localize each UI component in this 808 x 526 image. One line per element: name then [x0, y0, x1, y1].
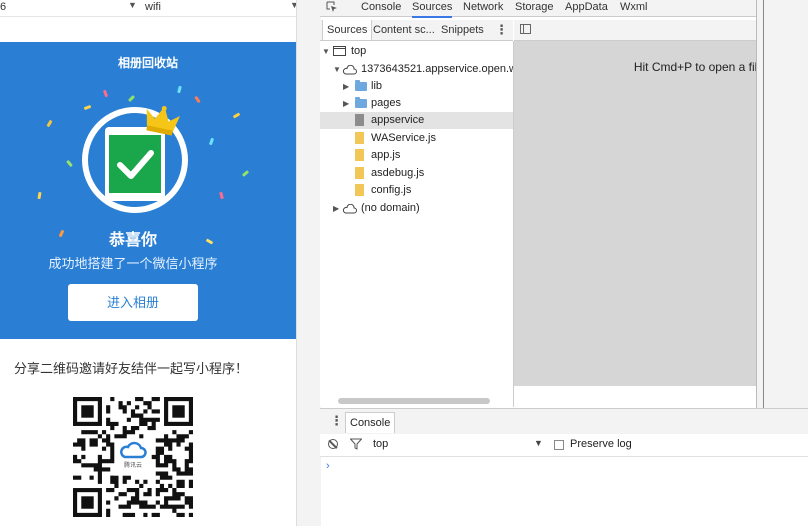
tree-node-file[interactable]: WAService.js [320, 130, 513, 147]
collapse-arrow-icon[interactable]: ▶ [343, 78, 349, 95]
file-navigator: ▼ top ▼ 1373643521.appservice.open.wei ▶… [320, 41, 514, 407]
confetti-decoration [37, 191, 42, 200]
toggle-navigator-icon[interactable] [520, 24, 531, 34]
cloud-icon [342, 65, 357, 75]
expand-arrow-icon[interactable]: ▼ [333, 61, 341, 78]
tree-node-file-selected[interactable]: appservice [320, 112, 513, 129]
tree-node-folder[interactable]: ▶ lib [320, 78, 513, 95]
open-file-hint: Hit Cmd+P to open a file [633, 60, 764, 74]
editor-toolbar [514, 20, 756, 41]
confetti-decoration [232, 112, 241, 119]
js-file-icon [355, 132, 364, 144]
qr-finder-pattern [172, 405, 185, 418]
tab-wxml[interactable]: Wxml [620, 0, 648, 16]
preserve-log-label: Preserve log [570, 438, 632, 450]
console-prompt[interactable]: › [326, 460, 330, 472]
more-vertical-icon[interactable]: ⋮ [495, 22, 508, 38]
more-vertical-icon[interactable]: ⋮ [330, 413, 343, 429]
device-select[interactable]: 6 [0, 1, 6, 13]
tree-node-folder[interactable]: ▶ pages [320, 95, 513, 112]
devtools-tabbar: Console Sources Network Storage AppData … [320, 0, 808, 18]
editor-placeholder: Hit Cmd+P to open a file [514, 41, 764, 386]
tree-node-top[interactable]: ▼ top [320, 43, 513, 60]
confetti-decoration [177, 85, 182, 94]
tree-node-file[interactable]: app.js [320, 147, 513, 164]
frame-icon [333, 46, 346, 56]
confetti-decoration [66, 159, 73, 168]
sources-subtabbar: Sources Content sc... Snippets ⋮ [320, 20, 513, 41]
simulator-panel: 6 ▼ wifi ▼ 相册回收站 恭喜你 成功地搭建了一个微信小程序 进入相册 … [0, 0, 296, 526]
simulator-toolbar: 6 ▼ wifi ▼ [0, 0, 296, 17]
tab-sources[interactable]: Sources [412, 0, 453, 18]
inspect-element-icon[interactable] [326, 1, 338, 13]
hero-banner: 相册回收站 恭喜你 成功地搭建了一个微信小程序 进入相册 [0, 42, 296, 339]
confetti-decoration [194, 95, 201, 104]
console-toolbar: top ▼ Preserve log [320, 434, 808, 457]
network-select[interactable]: wifi [145, 1, 161, 13]
context-select[interactable]: top [373, 438, 388, 450]
congrats-heading: 恭喜你 [108, 232, 157, 249]
share-text: 分享二维码邀请好友结伴一起写小程序！ [13, 361, 248, 376]
subtab-content-scripts[interactable]: Content sc... [373, 20, 435, 40]
confetti-decoration [208, 137, 215, 146]
qr-code: 腾讯云 [73, 397, 193, 517]
confetti-decoration [241, 170, 250, 177]
js-file-icon [355, 167, 364, 179]
drawer-tabbar: ⋮ Console [320, 408, 808, 435]
cloud-icon [342, 204, 357, 214]
horizontal-scrollbar[interactable] [338, 398, 490, 404]
collapse-arrow-icon[interactable]: ▶ [333, 200, 339, 217]
filter-icon[interactable] [350, 438, 362, 450]
confetti-decoration [219, 191, 224, 200]
qr-finder-pattern [81, 496, 94, 509]
confetti-decoration [46, 119, 53, 128]
subtab-snippets[interactable]: Snippets [441, 20, 484, 40]
file-icon [355, 114, 364, 126]
congrats-subtitle: 成功地搭建了一个微信小程序 [48, 256, 218, 271]
tree-node-no-domain[interactable]: ▶ (no domain) [320, 200, 513, 217]
page-title: 相册回收站 [117, 56, 178, 70]
folder-icon [355, 97, 367, 108]
tab-console[interactable]: Console [361, 0, 401, 16]
subtab-sources[interactable]: Sources [322, 20, 373, 40]
tab-appdata[interactable]: AppData [565, 0, 608, 16]
success-badge-icon [82, 105, 188, 213]
collapse-arrow-icon[interactable]: ▶ [343, 95, 349, 112]
confetti-decoration [102, 89, 109, 98]
panel-divider[interactable] [296, 0, 321, 526]
js-file-icon [355, 149, 364, 161]
tree-node-file[interactable]: asdebug.js [320, 165, 513, 182]
expand-arrow-icon[interactable]: ▼ [322, 43, 330, 60]
js-file-icon [355, 184, 364, 196]
preserve-log-checkbox[interactable] [554, 440, 564, 450]
confetti-decoration [127, 94, 136, 103]
chevron-down-icon[interactable]: ▼ [128, 0, 137, 10]
sidebar-splitter[interactable] [756, 0, 808, 408]
tree-node-origin[interactable]: ▼ 1373643521.appservice.open.wei [320, 61, 513, 78]
qr-finder-pattern [81, 405, 94, 418]
qr-logo-text: 腾讯云 [124, 461, 142, 469]
clear-console-icon[interactable] [328, 439, 338, 449]
tab-storage[interactable]: Storage [515, 0, 554, 16]
tree-node-file[interactable]: config.js [320, 182, 513, 199]
tab-network[interactable]: Network [463, 0, 503, 16]
editor-footer [514, 386, 756, 407]
enter-album-button[interactable]: 进入相册 [68, 284, 198, 321]
chevron-down-icon[interactable]: ▼ [534, 438, 543, 448]
drawer-tab-console[interactable]: Console [345, 412, 396, 433]
folder-icon [355, 80, 367, 91]
